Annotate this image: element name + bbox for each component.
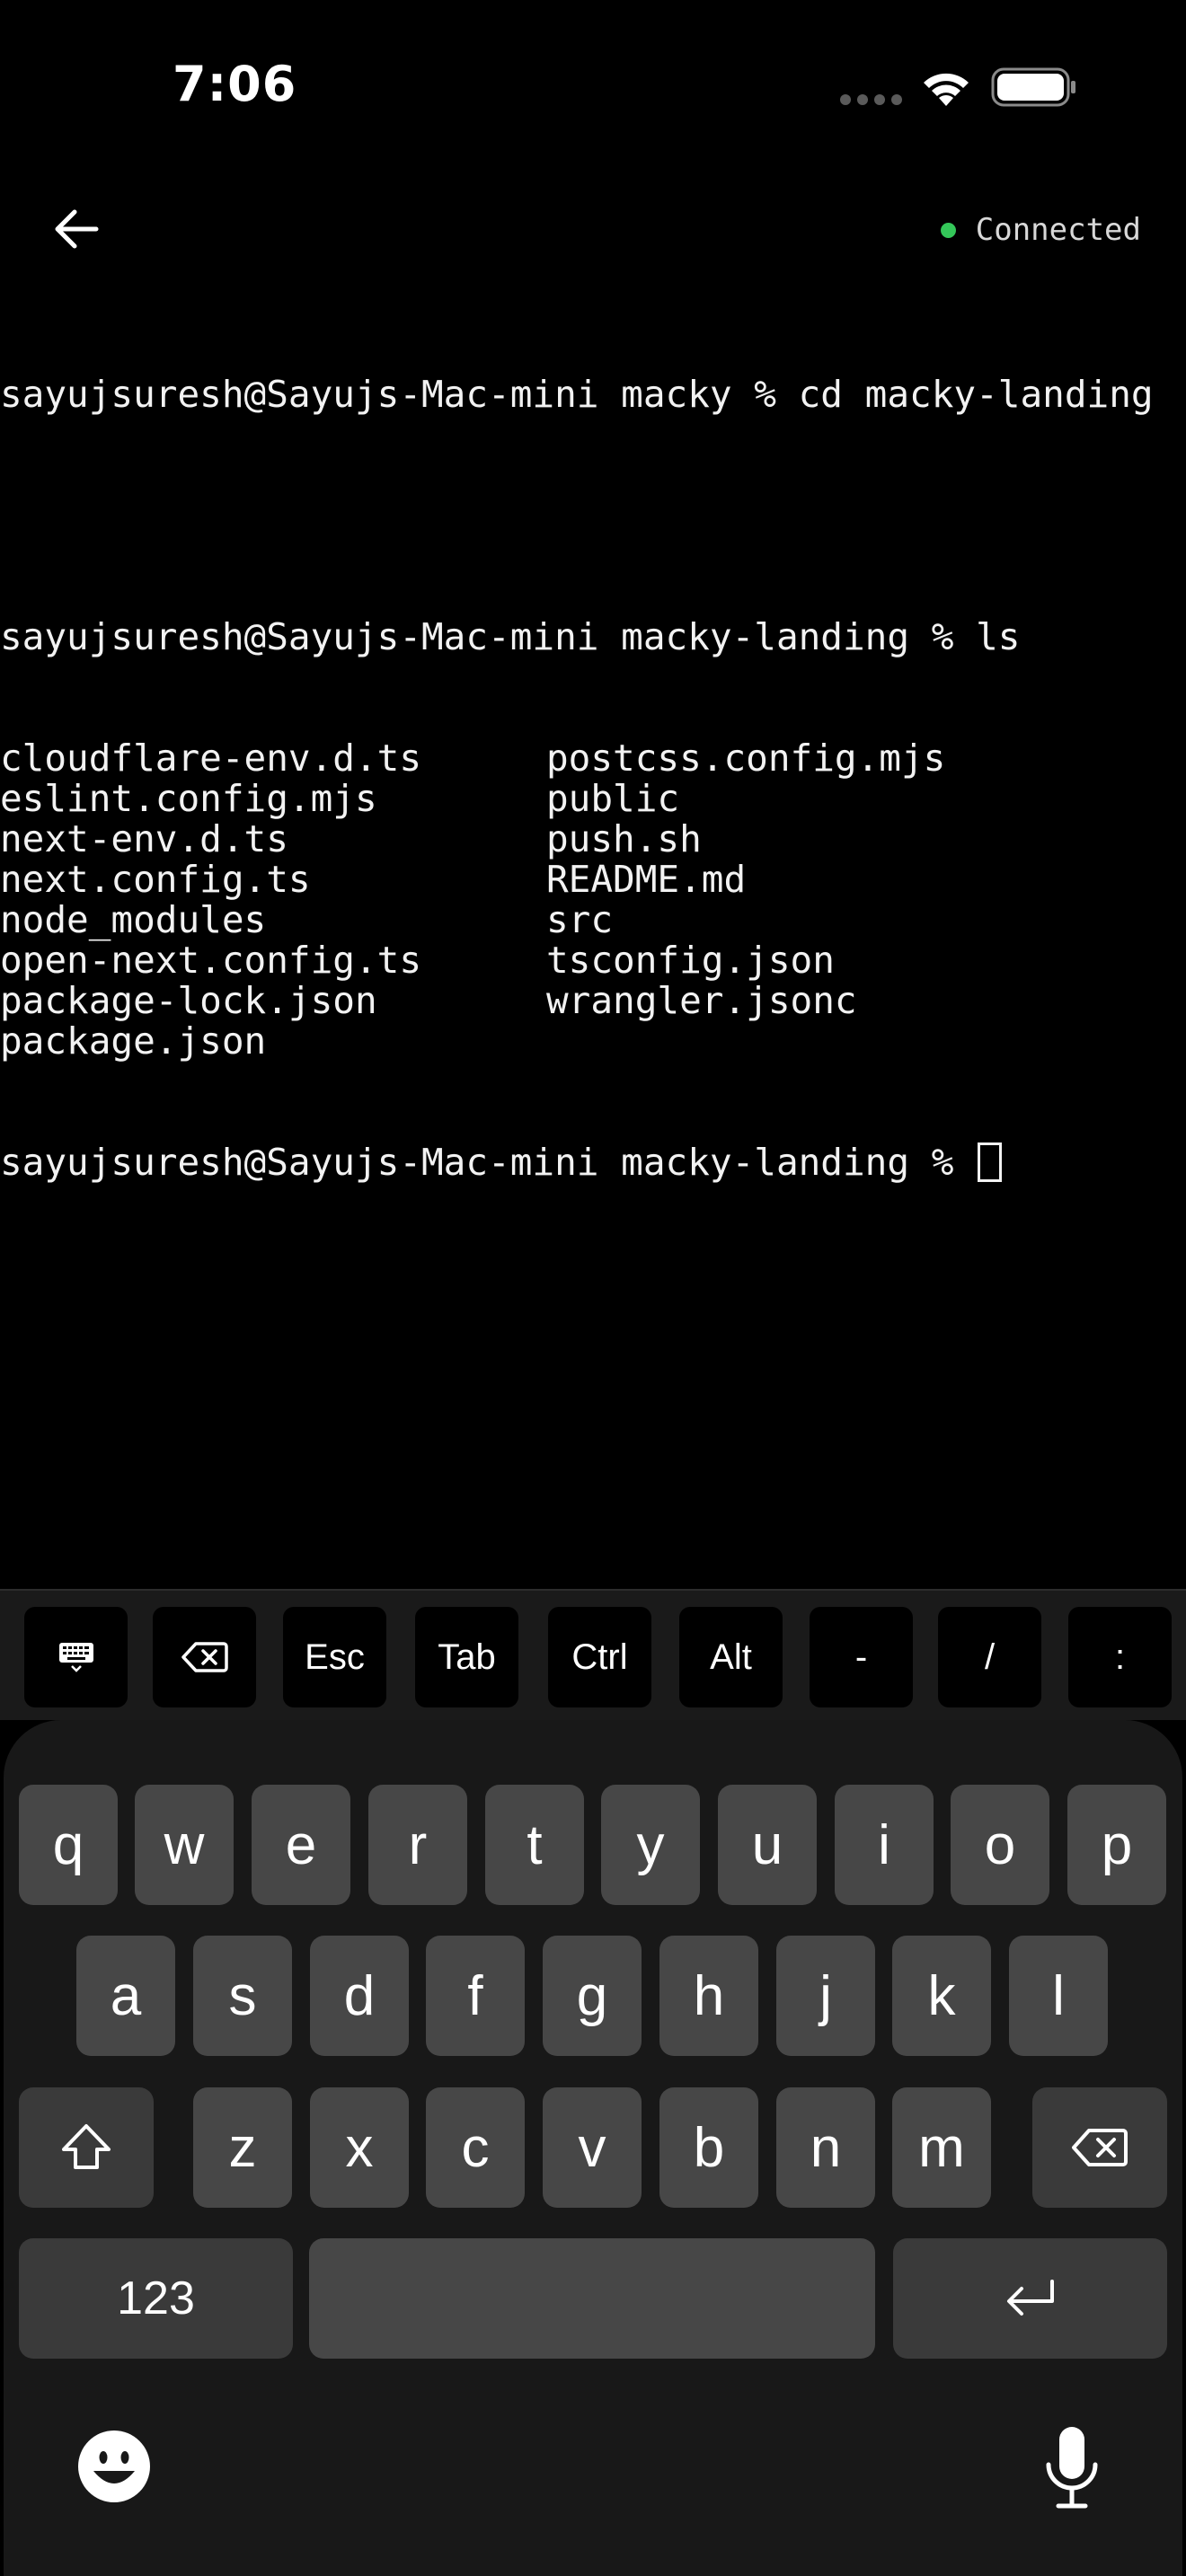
key-e[interactable]: e bbox=[252, 1785, 350, 1905]
key-p[interactable]: p bbox=[1067, 1785, 1166, 1905]
key-q[interactable]: q bbox=[19, 1785, 118, 1905]
key-u[interactable]: u bbox=[718, 1785, 817, 1905]
terminal-cursor bbox=[978, 1142, 1003, 1182]
delete-icon bbox=[1072, 2129, 1128, 2166]
arrow-left-icon bbox=[55, 209, 99, 249]
ls-row: next.config.ts README.md bbox=[0, 860, 1186, 900]
connection-dot bbox=[940, 222, 956, 238]
ls-entry: tsconfig.json bbox=[546, 939, 835, 982]
colon-key[interactable]: : bbox=[1068, 1607, 1172, 1707]
battery-icon bbox=[991, 67, 1075, 107]
key-z[interactable]: z bbox=[193, 2087, 292, 2208]
emoji-icon bbox=[78, 2430, 150, 2502]
ls-entry: node_modules bbox=[0, 898, 267, 941]
keyboard-toggle-button[interactable] bbox=[24, 1607, 128, 1707]
ls-row: node_modules src bbox=[0, 900, 1186, 940]
terminal-output[interactable]: sayujsuresh@Sayujs-Mac-mini macky % cd m… bbox=[0, 294, 1186, 1587]
key-y[interactable]: y bbox=[601, 1785, 700, 1905]
key-r[interactable]: r bbox=[368, 1785, 467, 1905]
ls-row: eslint.config.mjs public bbox=[0, 779, 1186, 819]
key-t[interactable]: t bbox=[485, 1785, 584, 1905]
ls-row: cloudflare-env.d.ts postcss.config.mjs bbox=[0, 738, 1186, 779]
wifi-icon bbox=[924, 73, 969, 106]
ls-entry: open-next.config.ts bbox=[0, 939, 421, 982]
ls-row: package.json bbox=[0, 1021, 1186, 1062]
return-key[interactable] bbox=[893, 2238, 1167, 2359]
key-a[interactable]: a bbox=[76, 1936, 175, 2056]
microphone-button[interactable] bbox=[1042, 2425, 1102, 2510]
key-w[interactable]: w bbox=[135, 1785, 234, 1905]
ls-entry: package.json bbox=[0, 1019, 267, 1063]
connection-label: Connected bbox=[975, 212, 1141, 248]
terminal-prompt: sayujsuresh@Sayujs-Mac-mini macky-landin… bbox=[0, 1141, 977, 1184]
terminal-line: sayujsuresh@Sayujs-Mac-mini macky-landin… bbox=[0, 615, 1021, 658]
ctrl-key[interactable]: Ctrl bbox=[548, 1607, 651, 1707]
dash-key[interactable]: - bbox=[810, 1607, 913, 1707]
key-i[interactable]: i bbox=[835, 1785, 934, 1905]
slash-key[interactable]: / bbox=[938, 1607, 1041, 1707]
key-j[interactable]: j bbox=[776, 1936, 875, 2056]
ls-row: open-next.config.ts tsconfig.json bbox=[0, 940, 1186, 981]
connection-status: Connected bbox=[940, 212, 1141, 248]
key-x[interactable]: x bbox=[310, 2087, 409, 2208]
esc-key[interactable]: Esc bbox=[283, 1607, 386, 1707]
key-s[interactable]: s bbox=[193, 1936, 292, 2056]
microphone-icon bbox=[1046, 2427, 1098, 2509]
status-time: 7:06 bbox=[173, 56, 297, 112]
ls-entry: eslint.config.mjs bbox=[0, 777, 377, 820]
alt-key[interactable]: Alt bbox=[679, 1607, 783, 1707]
status-bar: 7:06 bbox=[0, 0, 1186, 171]
ls-output: cloudflare-env.d.ts postcss.config.mjs esl… bbox=[0, 738, 1186, 1062]
key-k[interactable]: k bbox=[892, 1936, 991, 2056]
ls-entry: push.sh bbox=[546, 817, 702, 860]
ls-entry: next-env.d.ts bbox=[0, 817, 288, 860]
ls-row: next-env.d.ts push.sh bbox=[0, 819, 1186, 860]
shift-key[interactable] bbox=[19, 2087, 154, 2208]
terminal-prompt-line[interactable]: sayujsuresh@Sayujs-Mac-mini macky-landin… bbox=[0, 1142, 1186, 1183]
terminal-line: sayujsuresh@Sayujs-Mac-mini macky % cd m… bbox=[0, 373, 1154, 416]
terminal-accessory-bar: Esc Tab Ctrl Alt - / : bbox=[0, 1589, 1186, 1720]
ls-entry: README.md bbox=[546, 858, 747, 901]
key-n[interactable]: n bbox=[776, 2087, 875, 2208]
cellular-signal-icon bbox=[840, 94, 902, 105]
keyboard-icon bbox=[58, 1643, 93, 1672]
backspace-icon bbox=[181, 1642, 228, 1672]
back-button[interactable] bbox=[45, 198, 108, 260]
ls-entry: src bbox=[546, 898, 614, 941]
shift-icon bbox=[62, 2124, 111, 2169]
key-f[interactable]: f bbox=[426, 1936, 525, 2056]
backspace-button[interactable] bbox=[153, 1607, 256, 1707]
tab-key[interactable]: Tab bbox=[415, 1607, 518, 1707]
key-m[interactable]: m bbox=[892, 2087, 991, 2208]
ls-entry: wrangler.jsonc bbox=[546, 979, 857, 1022]
key-c[interactable]: c bbox=[426, 2087, 525, 2208]
ls-entry: next.config.ts bbox=[0, 858, 311, 901]
key-h[interactable]: h bbox=[659, 1936, 758, 2056]
numbers-key[interactable]: 123 bbox=[19, 2238, 293, 2359]
return-icon bbox=[1006, 2280, 1054, 2316]
ls-entry: postcss.config.mjs bbox=[546, 737, 946, 780]
space-key[interactable] bbox=[309, 2238, 875, 2359]
key-d[interactable]: d bbox=[310, 1936, 409, 2056]
software-keyboard: q w e r t y u i o p a s d f g h j k l z … bbox=[0, 1720, 1186, 2576]
emoji-button[interactable] bbox=[77, 2430, 151, 2503]
ls-row: package-lock.json wrangler.jsonc bbox=[0, 981, 1186, 1021]
keyboard-panel: q w e r t y u i o p a s d f g h j k l z … bbox=[4, 1720, 1182, 2576]
key-b[interactable]: b bbox=[659, 2087, 758, 2208]
key-v[interactable]: v bbox=[543, 2087, 642, 2208]
ls-entry: package-lock.json bbox=[0, 979, 377, 1022]
ls-entry: cloudflare-env.d.ts bbox=[0, 737, 421, 780]
key-o[interactable]: o bbox=[951, 1785, 1049, 1905]
ls-entry: public bbox=[546, 777, 680, 820]
key-l[interactable]: l bbox=[1009, 1936, 1108, 2056]
delete-key[interactable] bbox=[1032, 2087, 1167, 2208]
key-g[interactable]: g bbox=[543, 1936, 642, 2056]
